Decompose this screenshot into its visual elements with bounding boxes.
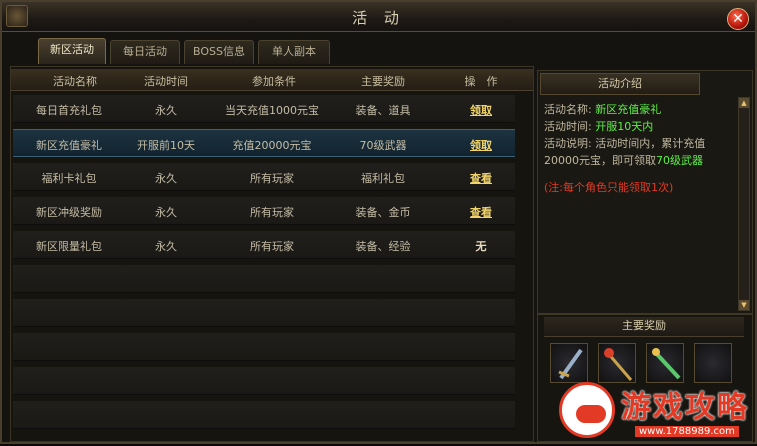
empty-row: [13, 401, 515, 429]
col-header-reward: 主要奖励: [361, 75, 405, 88]
cell-reward: 装备、金币: [355, 206, 411, 219]
cell-name: 每日首充礼包: [36, 104, 102, 117]
cell-time: 永久: [155, 206, 177, 219]
cell-condition: 当天充值1000元宝: [225, 104, 319, 117]
view-link[interactable]: 查看: [441, 204, 521, 220]
tab-boss-info[interactable]: BOSS信息: [184, 40, 254, 64]
cell-time: 开服前10天: [137, 139, 195, 152]
intro-desc-value: 70级武器: [656, 154, 703, 167]
cell-reward: 装备、经验: [355, 240, 411, 253]
col-header-time: 活动时间: [144, 75, 188, 88]
intro-name-value: 新区充值豪礼: [595, 103, 662, 116]
empty-row: [13, 333, 515, 361]
cell-reward: 福利礼包: [361, 172, 405, 185]
intro-scrollbar[interactable]: ▲ ▼: [738, 97, 750, 311]
table-header: 活动名称 活动时间 参加条件 主要奖励 操 作: [11, 69, 533, 91]
empty-row: [13, 367, 515, 395]
cell-name: 福利卡礼包: [41, 172, 97, 185]
tab-daily[interactable]: 每日活动: [110, 40, 180, 64]
cell-condition: 所有玩家: [250, 172, 294, 185]
intro-name-label: 活动名称:: [544, 103, 592, 116]
cell-name: 新区充值豪礼: [36, 139, 102, 152]
col-header-action: 操 作: [464, 75, 498, 88]
gamepad-logo-icon: [559, 382, 615, 438]
col-header-condition: 参加条件: [252, 75, 296, 88]
table-row[interactable]: 福利卡礼包 永久 所有玩家 福利礼包 查看: [13, 163, 515, 191]
cell-name: 新区限量礼包: [36, 240, 102, 253]
intro-time-value: 开服10天内: [595, 120, 654, 133]
table-row[interactable]: 每日首充礼包 永久 当天充值1000元宝 装备、道具 领取: [13, 95, 515, 123]
empty-row: [13, 265, 515, 293]
intro-time-label: 活动时间:: [544, 120, 592, 133]
tab-new-server[interactable]: 新区活动: [38, 38, 106, 64]
scroll-up-icon[interactable]: ▲: [739, 98, 749, 108]
action-none: 无: [475, 240, 487, 253]
title-bar: 活 动 ✕: [2, 2, 755, 32]
intro-note: (注:每个角色只能领取1次): [544, 181, 674, 194]
table-row[interactable]: 新区冲级奖励 永久 所有玩家 装备、金币 查看: [13, 197, 515, 225]
rewards-header: 主要奖励: [544, 317, 744, 337]
cell-reward: 装备、道具: [355, 104, 411, 117]
view-link[interactable]: 查看: [441, 170, 521, 186]
empty-row: [13, 299, 515, 327]
intro-header: 活动介绍: [540, 73, 700, 95]
col-header-name: 活动名称: [53, 75, 97, 88]
window-title: 活 动: [352, 9, 405, 27]
intro-text: 活动名称: 新区充值豪礼 活动时间: 开服10天内 活动说明: 活动时间内，累计…: [544, 101, 734, 196]
scroll-down-icon[interactable]: ▼: [739, 300, 749, 310]
activity-intro-panel: 活动介绍 活动名称: 新区充值豪礼 活动时间: 开服10天内 活动说明: 活动时…: [537, 70, 753, 314]
watermark-url: www.1788989.com: [635, 426, 739, 437]
table-row[interactable]: 新区限量礼包 永久 所有玩家 装备、经验 无: [13, 231, 515, 259]
cell-time: 永久: [155, 172, 177, 185]
cell-name: 新区冲级奖励: [36, 206, 102, 219]
close-button[interactable]: ✕: [727, 8, 749, 30]
cell-time: 永久: [155, 104, 177, 117]
cell-reward: 70级武器: [359, 139, 407, 152]
cell-condition: 所有玩家: [250, 240, 294, 253]
claim-link[interactable]: 领取: [441, 137, 521, 153]
table-row-selected[interactable]: 新区充值豪礼 开服前10天 充值20000元宝 70级武器 领取: [13, 129, 515, 157]
cell-condition: 充值20000元宝: [232, 139, 312, 152]
cell-condition: 所有玩家: [250, 206, 294, 219]
claim-link[interactable]: 领取: [441, 102, 521, 118]
tab-solo-dungeon[interactable]: 单人副本: [258, 40, 330, 64]
watermark-logo: 游戏攻略 www.1788989.com: [555, 376, 757, 446]
activity-table: 活动名称 活动时间 参加条件 主要奖励 操 作 每日首充礼包 永久 当天充值10…: [10, 66, 534, 442]
activity-window: 活 动 ✕ 新区活动 每日活动 BOSS信息 单人副本 活动名称 活动时间 参加…: [0, 0, 757, 444]
watermark-text: 游戏攻略: [621, 390, 749, 425]
cell-time: 永久: [155, 240, 177, 253]
